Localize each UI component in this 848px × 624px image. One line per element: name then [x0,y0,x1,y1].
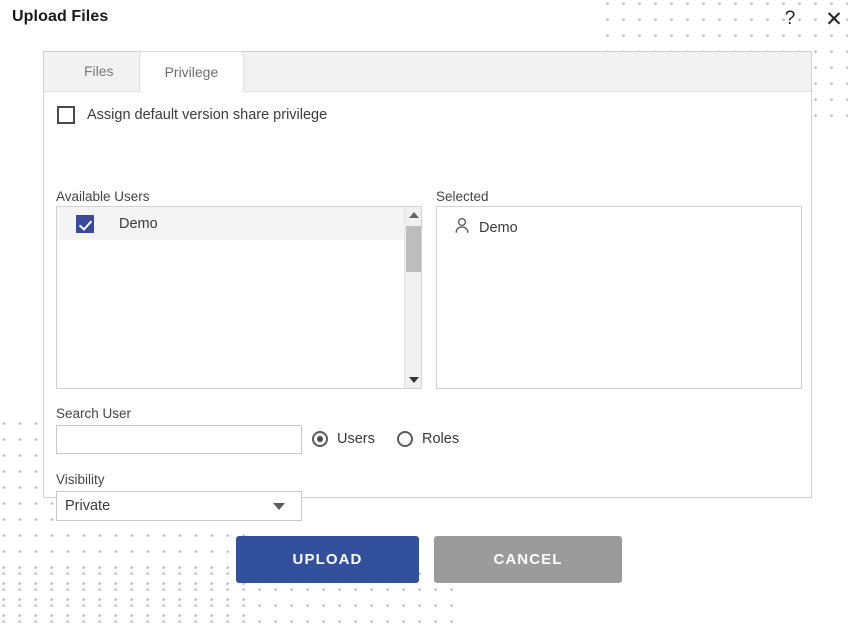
assign-default-privilege-label: Assign default version share privilege [87,107,328,123]
visibility-dropdown[interactable]: Private [56,491,302,521]
list-item[interactable]: Demo [437,207,801,239]
upload-files-dialog: Upload Files ? ✕ Files Privilege Assign … [0,0,848,624]
cancel-button[interactable]: CANCEL [434,536,622,583]
selected-user-name: Demo [479,220,518,236]
scrollbar-thumb[interactable] [406,226,421,272]
radio-users-indicator[interactable] [312,431,328,447]
available-user-name: Demo [119,215,158,232]
list-item[interactable]: Demo [57,207,404,240]
selected-users-listbox: Demo [436,206,802,389]
visibility-selected-value: Private [65,498,111,514]
page-title: Upload Files [12,8,109,25]
upload-button[interactable]: UPLOAD [236,536,419,583]
tab-strip: Files Privilege [44,51,811,92]
available-user-checkbox[interactable] [76,214,94,233]
scroll-down-arrow-icon[interactable] [405,372,421,388]
user-icon [454,217,470,239]
radio-roles-indicator[interactable] [397,431,413,447]
assign-default-privilege-checkbox[interactable] [57,106,75,124]
chevron-down-icon [273,502,285,510]
radio-option-roles[interactable]: Roles [397,431,459,447]
radio-roles-label: Roles [422,431,460,447]
available-users-label: Available Users [56,189,150,204]
available-users-scrollbar[interactable] [404,207,421,388]
close-icon[interactable]: ✕ [819,4,848,34]
available-users-listbox: Demo [56,206,422,389]
visibility-label: Visibility [56,472,105,487]
help-icon[interactable]: ? [775,4,805,34]
tab-files[interactable]: Files [59,51,139,91]
available-users-list: Demo [57,207,404,388]
search-user-label: Search User [56,406,132,421]
scroll-up-arrow-icon[interactable] [405,207,421,223]
assign-default-privilege-row[interactable]: Assign default version share privilege [57,106,327,124]
tab-privilege[interactable]: Privilege [138,51,245,92]
privilege-panel: Files Privilege Assign default version s… [43,51,812,521]
search-user-input[interactable] [56,425,302,454]
radio-users-label: Users [337,431,375,447]
radio-option-users[interactable]: Users [312,431,375,447]
selected-users-label: Selected [436,189,489,204]
